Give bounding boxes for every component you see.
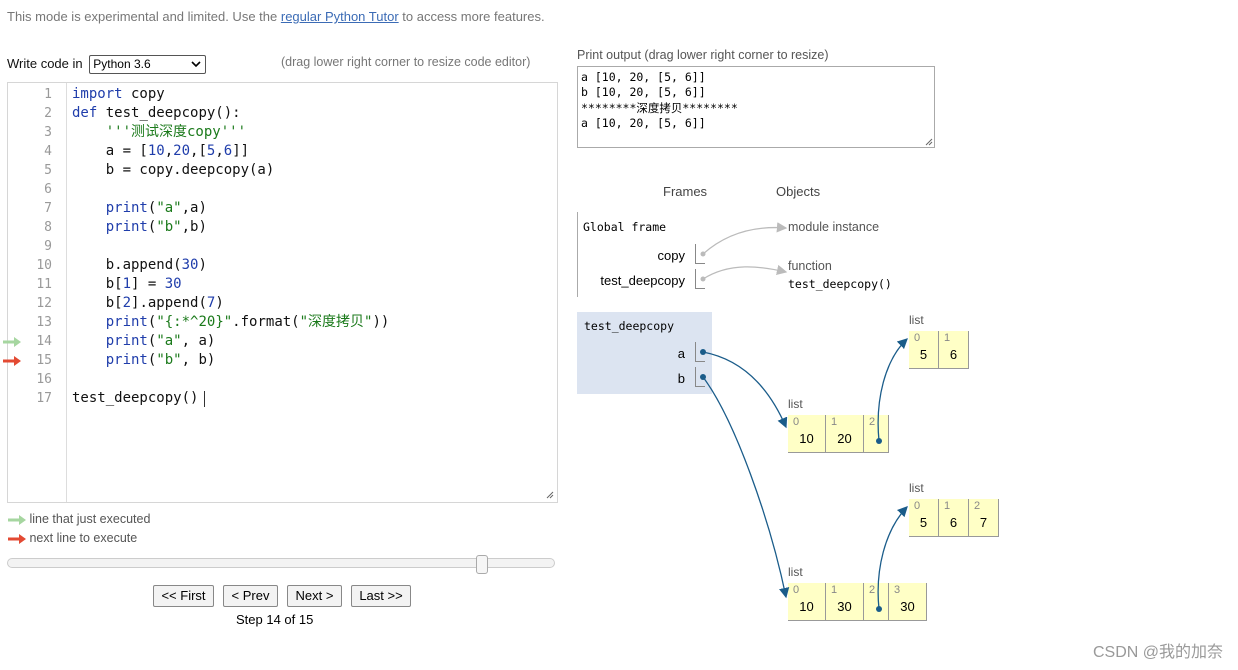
pointer-copy-to-module xyxy=(700,222,788,257)
pointer-a2-to-inner-list xyxy=(876,338,908,444)
pointer-b-to-list xyxy=(700,374,790,599)
pointer-a-to-list xyxy=(700,349,788,429)
pointer-b2-to-inner-list xyxy=(876,506,908,612)
pointer-arrows xyxy=(700,222,908,612)
pointer-test-deepcopy-to-function xyxy=(700,264,788,282)
watermark: CSDN @我的加奈 xyxy=(1092,644,1223,661)
